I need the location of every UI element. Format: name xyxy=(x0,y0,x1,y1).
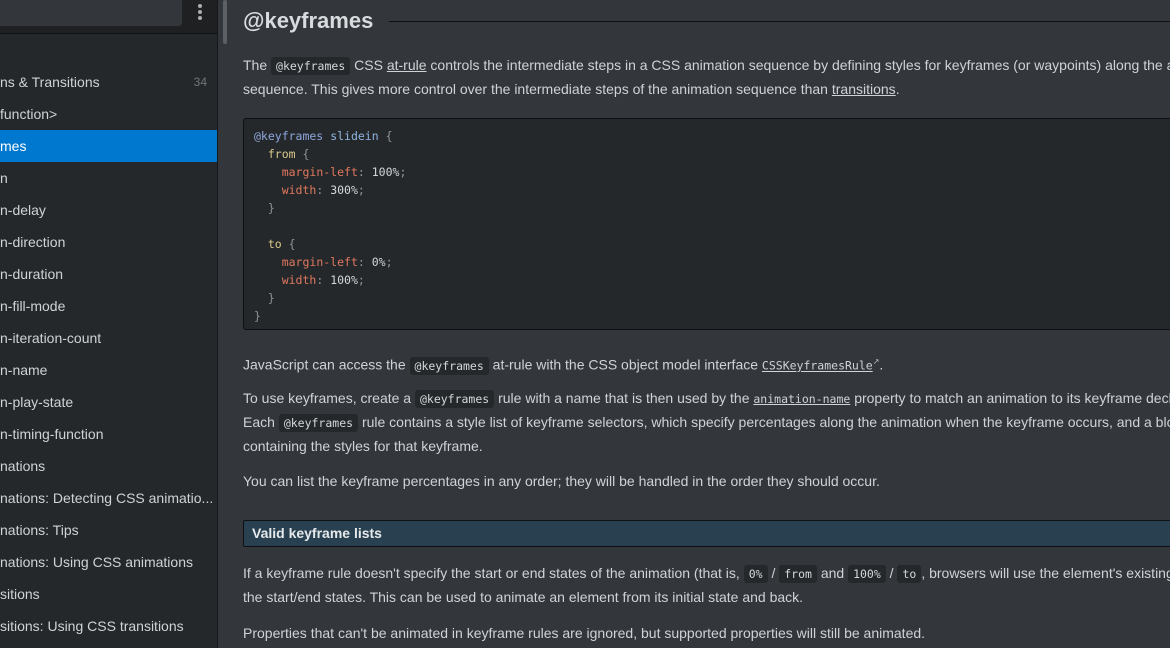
sidebar-item-animation-play-state[interactable]: n-play-state xyxy=(0,386,217,418)
inline-code: to xyxy=(897,565,922,583)
sidebar-item-animation-name[interactable]: n-name xyxy=(0,354,217,386)
sidebar-item-css-transitions[interactable]: sitions xyxy=(0,578,217,610)
sidebar-item-label: function> xyxy=(0,106,58,122)
sidebar-item-label: sitions: Using CSS transitions xyxy=(0,618,184,634)
sidebar-item-label: nations: Using CSS animations xyxy=(0,554,193,570)
sidebar-item-easing-function[interactable]: function> xyxy=(0,98,217,130)
content-scrollbar[interactable] xyxy=(219,0,229,648)
inline-code: @keyframes xyxy=(414,390,495,408)
sidebar-item-label: n-duration xyxy=(0,266,64,282)
usage-paragraph: To use keyframes, create a @keyframes ru… xyxy=(243,390,1170,454)
sidebar-item-animation-delay[interactable]: n-delay xyxy=(0,194,217,226)
inline-code: @keyframes xyxy=(271,57,351,75)
sidebar-item-label: n-name xyxy=(0,362,48,378)
valid-lists-paragraph: If a keyframe rule doesn't specify the s… xyxy=(243,565,1170,605)
sidebar-item-animation[interactable]: n xyxy=(0,162,217,194)
inline-code: @keyframes xyxy=(409,356,489,375)
intro-paragraph: The @keyframes CSS at-rule controls the … xyxy=(243,57,1170,97)
animation-name-link[interactable]: animation-name xyxy=(753,392,850,406)
more-options-button[interactable] xyxy=(190,2,210,22)
sidebar-item-label: nations: Detecting CSS animatio... xyxy=(0,490,214,506)
sidebar-item-animation-duration[interactable]: n-duration xyxy=(0,258,217,290)
sidebar-item-label: n-play-state xyxy=(0,394,74,410)
section-heading-valid-keyframe-lists: Valid keyframe lists xyxy=(243,520,1170,547)
sidebar-item-css-animations-detecting[interactable]: nations: Detecting CSS animatio... xyxy=(0,482,217,514)
order-paragraph: You can list the keyframe percentages in… xyxy=(243,473,880,489)
sidebar-item-label: n-fill-mode xyxy=(0,298,66,314)
inline-code: @keyframes xyxy=(278,414,359,432)
sidebar-item-label: n-delay xyxy=(0,202,46,218)
sidebar-item-keyframes[interactable]: mes xyxy=(0,130,217,162)
sidebar-item-label: sitions xyxy=(0,586,40,602)
sidebar-item-animations-transitions[interactable]: ns & Transitions 34 xyxy=(0,66,217,98)
sidebar-list: ns & Transitions 34 function> mes n n-de… xyxy=(0,66,217,642)
search-input[interactable] xyxy=(0,0,182,26)
sidebar-item-animation-iteration-count[interactable]: n-iteration-count xyxy=(0,322,217,354)
sidebar-item-count: 34 xyxy=(193,75,207,89)
sidebar-item-css-animations[interactable]: nations xyxy=(0,450,217,482)
sidebar-item-label: n-iteration-count xyxy=(0,330,102,346)
sidebar-item-animation-timing-function[interactable]: n-timing-function xyxy=(0,418,217,450)
transitions-link[interactable]: transitions xyxy=(832,81,896,97)
inline-code: 100% xyxy=(848,565,886,583)
sidebar-item-animation-fill-mode[interactable]: n-fill-mode xyxy=(0,290,217,322)
sidebar-item-css-animations-tips[interactable]: nations: Tips xyxy=(0,514,217,546)
code-example: @keyframes slidein { from { margin-left:… xyxy=(243,118,1170,330)
sidebar-item-label: ns & Transitions xyxy=(0,74,100,90)
csskeyframesrule-link[interactable]: CSSKeyframesRule xyxy=(762,359,873,373)
sidebar-item-label: mes xyxy=(0,138,27,154)
sidebar-item-css-animations-using[interactable]: nations: Using CSS animations xyxy=(0,546,217,578)
sidebar-item-css-transitions-using[interactable]: sitions: Using CSS transitions xyxy=(0,610,217,642)
sidebar-item-label: nations xyxy=(0,458,46,474)
sidebar-item-label: nations: Tips xyxy=(0,522,79,538)
inline-code: 0% xyxy=(743,565,768,583)
at-rule-link[interactable]: at-rule xyxy=(387,57,427,73)
scrollbar-thumb[interactable] xyxy=(223,0,227,44)
sidebar-item-label: n xyxy=(0,170,8,186)
js-paragraph: JavaScript can access the @keyframes at-… xyxy=(243,356,884,375)
inline-code: from xyxy=(779,565,817,583)
page-title: @keyframes xyxy=(243,8,374,33)
title-divider xyxy=(389,20,1170,22)
sidebar-item-label: n-direction xyxy=(0,234,66,250)
more-vertical-icon xyxy=(198,4,202,8)
sidebar-header xyxy=(0,0,217,34)
sidebar-item-animation-direction[interactable]: n-direction xyxy=(0,226,217,258)
sidebar: ns & Transitions 34 function> mes n n-de… xyxy=(0,0,218,648)
title-row: @keyframes xyxy=(243,4,1170,38)
sidebar-item-label: n-timing-function xyxy=(0,426,104,442)
properties-paragraph: Properties that can't be animated in key… xyxy=(243,625,926,641)
